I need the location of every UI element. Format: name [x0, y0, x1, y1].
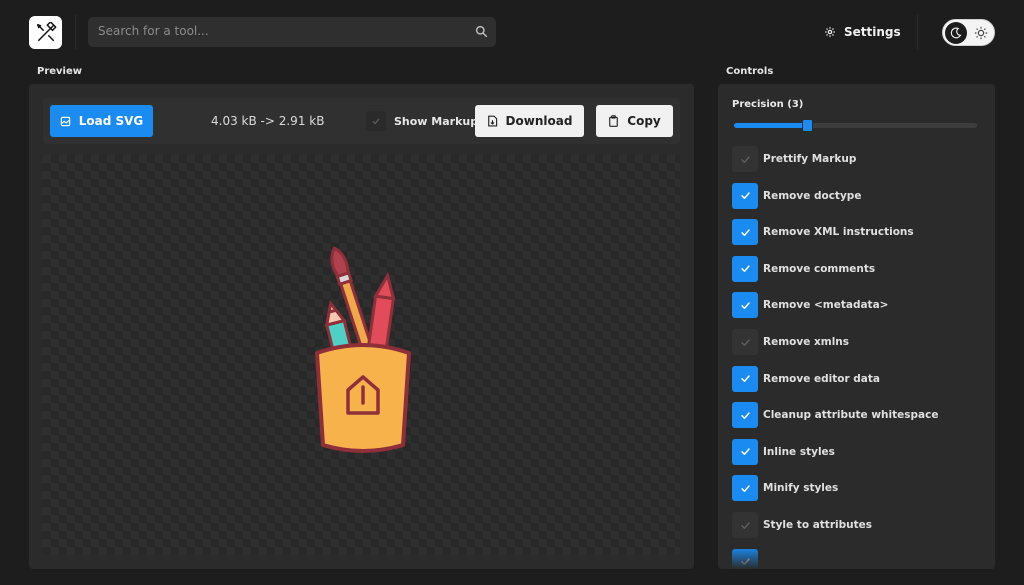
image-icon	[60, 116, 70, 126]
moon-icon	[950, 27, 962, 39]
controls-heading: Controls	[726, 66, 774, 77]
option-row[interactable]: Cleanup attribute whitespace	[732, 402, 939, 429]
option-checkbox[interactable]	[732, 402, 758, 429]
option-label: Inline styles	[763, 445, 835, 458]
option-checkbox[interactable]	[732, 438, 758, 465]
option-label: Remove XML instructions	[763, 226, 914, 239]
download-button[interactable]: Download	[475, 105, 584, 137]
option-row[interactable]: Remove <metadata>	[732, 292, 889, 319]
option-label: Style to attributes	[763, 519, 872, 531]
option-checkbox[interactable]	[732, 475, 758, 502]
precision-slider[interactable]	[734, 119, 977, 132]
pencil-cup-illustration	[315, 246, 411, 453]
download-label: Download	[505, 114, 573, 128]
load-svg-label: Load SVG	[78, 114, 144, 128]
copy-label: Copy	[627, 114, 661, 128]
option-label: Minify styles	[763, 482, 839, 495]
copy-button[interactable]: Copy	[596, 105, 673, 137]
settings-button[interactable]: Settings	[824, 22, 901, 42]
check-icon	[740, 412, 750, 419]
precision-slider-fill	[734, 123, 807, 128]
tools-icon	[36, 21, 56, 41]
check-icon	[740, 448, 750, 456]
load-svg-button[interactable]: Load SVG	[50, 105, 153, 137]
option-label: Remove editor data	[763, 372, 880, 385]
option-checkbox[interactable]	[732, 219, 758, 246]
check-icon	[740, 265, 750, 273]
option-label: Remove doctype	[763, 189, 862, 202]
option-label: Remove comments	[763, 262, 876, 275]
option-row[interactable]: Inline styles	[732, 438, 835, 465]
check-icon	[740, 192, 750, 200]
option-label: Remove <metadata>	[763, 299, 889, 312]
option-label: Prettify Markup	[763, 153, 857, 165]
option-row[interactable]: Remove XML instructions	[732, 219, 914, 246]
preview-heading: Preview	[37, 66, 83, 77]
header-divider-right	[917, 15, 918, 49]
precision-label: Precision (3)	[732, 99, 804, 110]
check-icon	[372, 118, 380, 125]
search-placeholder: Search for a tool...	[98, 24, 209, 38]
option-label: Cleanup attribute whitespace	[763, 409, 939, 422]
option-row[interactable]: Prettify Markup	[732, 146, 856, 172]
option-row[interactable]: Style to attributes	[732, 512, 872, 538]
option-checkbox[interactable]	[732, 146, 758, 172]
option-row[interactable]: Remove comments	[732, 255, 876, 282]
controls-panel: Precision (3) Prettify Markup Remove doct…	[718, 84, 995, 569]
search-input[interactable]: Search for a tool...	[88, 17, 496, 47]
app-logo[interactable]	[29, 16, 62, 49]
toggle-knob	[945, 22, 967, 44]
check-icon	[740, 375, 750, 383]
theme-toggle[interactable]	[942, 19, 995, 46]
option-checkbox[interactable]	[732, 512, 758, 538]
search-icon[interactable]	[475, 25, 488, 38]
option-row[interactable]: Remove xmlns	[732, 329, 849, 355]
header-divider	[75, 15, 76, 49]
top-bar: Search for a tool... Settings	[0, 0, 1024, 64]
option-row[interactable]: Remove doctype	[732, 182, 862, 209]
settings-label: Settings	[844, 25, 901, 39]
check-icon	[740, 485, 750, 492]
svg-preview-canvas	[43, 155, 680, 555]
preview-panel: Load SVG 4.03 kB -> 2.91 kB Show Markup …	[29, 84, 694, 569]
check-icon	[740, 229, 750, 236]
show-markup-label: Show Markup	[394, 115, 479, 128]
option-row[interactable]: Minify styles	[732, 475, 839, 502]
check-icon	[740, 302, 750, 309]
check-icon	[740, 338, 750, 346]
option-row[interactable]: Remove editor data	[732, 365, 880, 392]
option-checkbox[interactable]	[732, 329, 758, 355]
preview-toolbar: Load SVG 4.03 kB -> 2.91 kB Show Markup …	[43, 98, 680, 144]
option-checkbox[interactable]	[732, 182, 758, 209]
option-checkbox[interactable]	[732, 365, 758, 392]
scroll-fade	[718, 547, 995, 569]
show-markup-checkbox[interactable]	[366, 111, 386, 131]
check-icon	[740, 521, 750, 529]
precision-slider-thumb[interactable]	[801, 119, 813, 132]
check-icon	[740, 155, 750, 163]
gear-icon	[825, 27, 835, 37]
size-comparison: 4.03 kB -> 2.91 kB	[211, 114, 325, 128]
file-download-icon	[487, 115, 497, 127]
sun-icon	[974, 26, 988, 40]
option-checkbox[interactable]	[732, 292, 758, 319]
clipboard-icon	[609, 115, 619, 127]
option-label: Remove xmlns	[763, 336, 850, 348]
option-checkbox[interactable]	[732, 255, 758, 282]
